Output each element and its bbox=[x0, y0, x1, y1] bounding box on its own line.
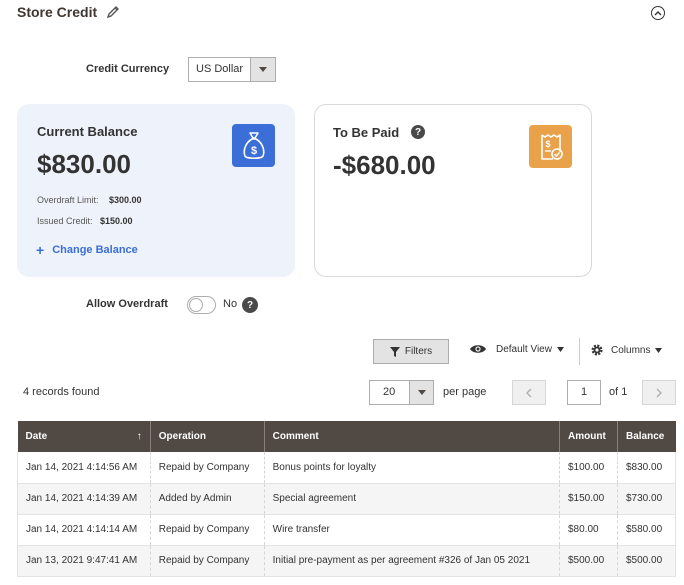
per-page-value: 20 bbox=[383, 386, 396, 398]
pencil-icon[interactable] bbox=[106, 5, 120, 19]
chevron-down-icon bbox=[409, 381, 433, 404]
cell-operation: Added by Admin bbox=[150, 483, 265, 515]
table-header-row: Date ↑ Operation Comment Amount Balance bbox=[17, 421, 676, 452]
column-header-amount[interactable]: Amount bbox=[559, 421, 618, 452]
section-title: Store Credit bbox=[17, 4, 98, 20]
table-row[interactable]: Jan 14, 2021 4:14:14 AM Repaid by Compan… bbox=[17, 514, 677, 546]
cell-balance: $500.00 bbox=[617, 545, 677, 577]
currency-select[interactable]: US Dollar bbox=[188, 57, 276, 82]
previous-page-button[interactable] bbox=[512, 380, 546, 405]
currency-label: Credit Currency bbox=[86, 63, 170, 75]
overdraft-limit-value: $300.00 bbox=[109, 195, 142, 205]
cell-date: Jan 14, 2021 4:14:14 AM bbox=[17, 514, 151, 546]
balance-amount: $830.00 bbox=[37, 149, 131, 179]
cell-comment: Wire transfer bbox=[264, 514, 561, 546]
columns-dropdown[interactable]: Columns bbox=[590, 343, 663, 357]
plus-icon: + bbox=[36, 242, 45, 258]
chevron-left-icon bbox=[526, 388, 532, 397]
table-row[interactable]: Jan 14, 2021 4:14:56 AM Repaid by Compan… bbox=[17, 452, 677, 484]
svg-text:$: $ bbox=[545, 139, 550, 149]
gear-icon bbox=[591, 344, 603, 356]
issued-credit-label: Issued Credit: bbox=[37, 216, 93, 226]
column-header-comment[interactable]: Comment bbox=[264, 421, 561, 452]
per-page-select[interactable]: 20 bbox=[369, 380, 434, 405]
toggle-knob bbox=[189, 298, 203, 312]
to-be-paid-title: To Be Paid bbox=[333, 125, 400, 140]
allow-overdraft-state: No bbox=[223, 298, 238, 310]
filter-icon bbox=[389, 346, 400, 357]
cell-date: Jan 14, 2021 4:14:39 AM bbox=[17, 483, 151, 515]
column-header-operation[interactable]: Operation bbox=[150, 421, 265, 452]
cell-balance: $730.00 bbox=[617, 483, 677, 515]
transactions-table: Date ↑ Operation Comment Amount Balance J… bbox=[17, 421, 677, 577]
column-header-date[interactable]: Date ↑ bbox=[17, 421, 151, 452]
cell-amount: $150.00 bbox=[559, 483, 618, 515]
receipt-icon: $ bbox=[529, 125, 572, 168]
cell-comment: Special agreement bbox=[264, 483, 561, 515]
chevron-down-icon bbox=[250, 58, 275, 81]
help-icon[interactable]: ? bbox=[411, 125, 425, 139]
eye-icon bbox=[470, 345, 486, 353]
filters-label: Filters bbox=[404, 346, 433, 357]
currency-value: US Dollar bbox=[196, 63, 244, 75]
records-found: 4 records found bbox=[23, 386, 100, 398]
cell-amount: $500.00 bbox=[559, 545, 618, 577]
allow-overdraft-toggle[interactable] bbox=[187, 296, 216, 314]
allow-overdraft-label: Allow Overdraft bbox=[86, 298, 168, 310]
cell-balance: $580.00 bbox=[617, 514, 677, 546]
change-balance-link[interactable]: + Change Balance bbox=[36, 242, 138, 258]
table-row[interactable]: Jan 13, 2021 9:47:41 AM Repaid by Compan… bbox=[17, 545, 677, 577]
cell-date: Jan 14, 2021 4:14:56 AM bbox=[17, 452, 151, 484]
next-page-button[interactable] bbox=[642, 380, 676, 405]
page-total: of 1 bbox=[609, 386, 628, 398]
cell-comment: Initial pre-payment as per agreement #32… bbox=[264, 545, 561, 577]
overdraft-limit-label: Overdraft Limit: bbox=[37, 195, 99, 205]
to-be-paid-amount: -$680.00 bbox=[333, 150, 436, 180]
money-bag-icon: $ bbox=[232, 124, 275, 167]
cell-amount: $80.00 bbox=[559, 514, 618, 546]
chevron-down-icon bbox=[556, 346, 564, 352]
cell-operation: Repaid by Company bbox=[150, 514, 265, 546]
cell-comment: Bonus points for loyalty bbox=[264, 452, 561, 484]
change-balance-label: Change Balance bbox=[52, 244, 138, 256]
page-number-input[interactable]: 1 bbox=[567, 380, 601, 405]
column-header-balance[interactable]: Balance bbox=[617, 421, 676, 452]
columns-label: Columns bbox=[611, 344, 651, 356]
table-row[interactable]: Jan 14, 2021 4:14:39 AM Added by Admin S… bbox=[17, 483, 677, 515]
default-view-label: Default View bbox=[496, 343, 552, 355]
collapse-icon[interactable] bbox=[651, 6, 665, 20]
cell-operation: Repaid by Company bbox=[150, 452, 265, 484]
chevron-right-icon bbox=[656, 388, 662, 397]
issued-credit-value: $150.00 bbox=[100, 216, 133, 226]
cell-balance: $830.00 bbox=[617, 452, 677, 484]
per-page-label: per page bbox=[443, 386, 487, 398]
balance-title: Current Balance bbox=[37, 124, 138, 139]
default-view-dropdown[interactable]: Default View bbox=[469, 343, 564, 355]
to-be-paid-card: To Be Paid ? -$680.00 $ bbox=[314, 104, 592, 277]
current-balance-card: Current Balance $830.00 $ Overdraft Limi… bbox=[17, 104, 295, 277]
cell-date: Jan 13, 2021 9:47:41 AM bbox=[17, 545, 151, 577]
chevron-down-icon bbox=[655, 347, 663, 353]
cell-amount: $100.00 bbox=[559, 452, 618, 484]
sort-up-icon: ↑ bbox=[136, 431, 142, 442]
filters-button[interactable]: Filters bbox=[373, 339, 449, 364]
svg-text:$: $ bbox=[250, 145, 256, 157]
toolbar-divider bbox=[579, 338, 580, 365]
overdraft-help-icon[interactable]: ? bbox=[242, 297, 258, 313]
cell-operation: Repaid by Company bbox=[150, 545, 265, 577]
